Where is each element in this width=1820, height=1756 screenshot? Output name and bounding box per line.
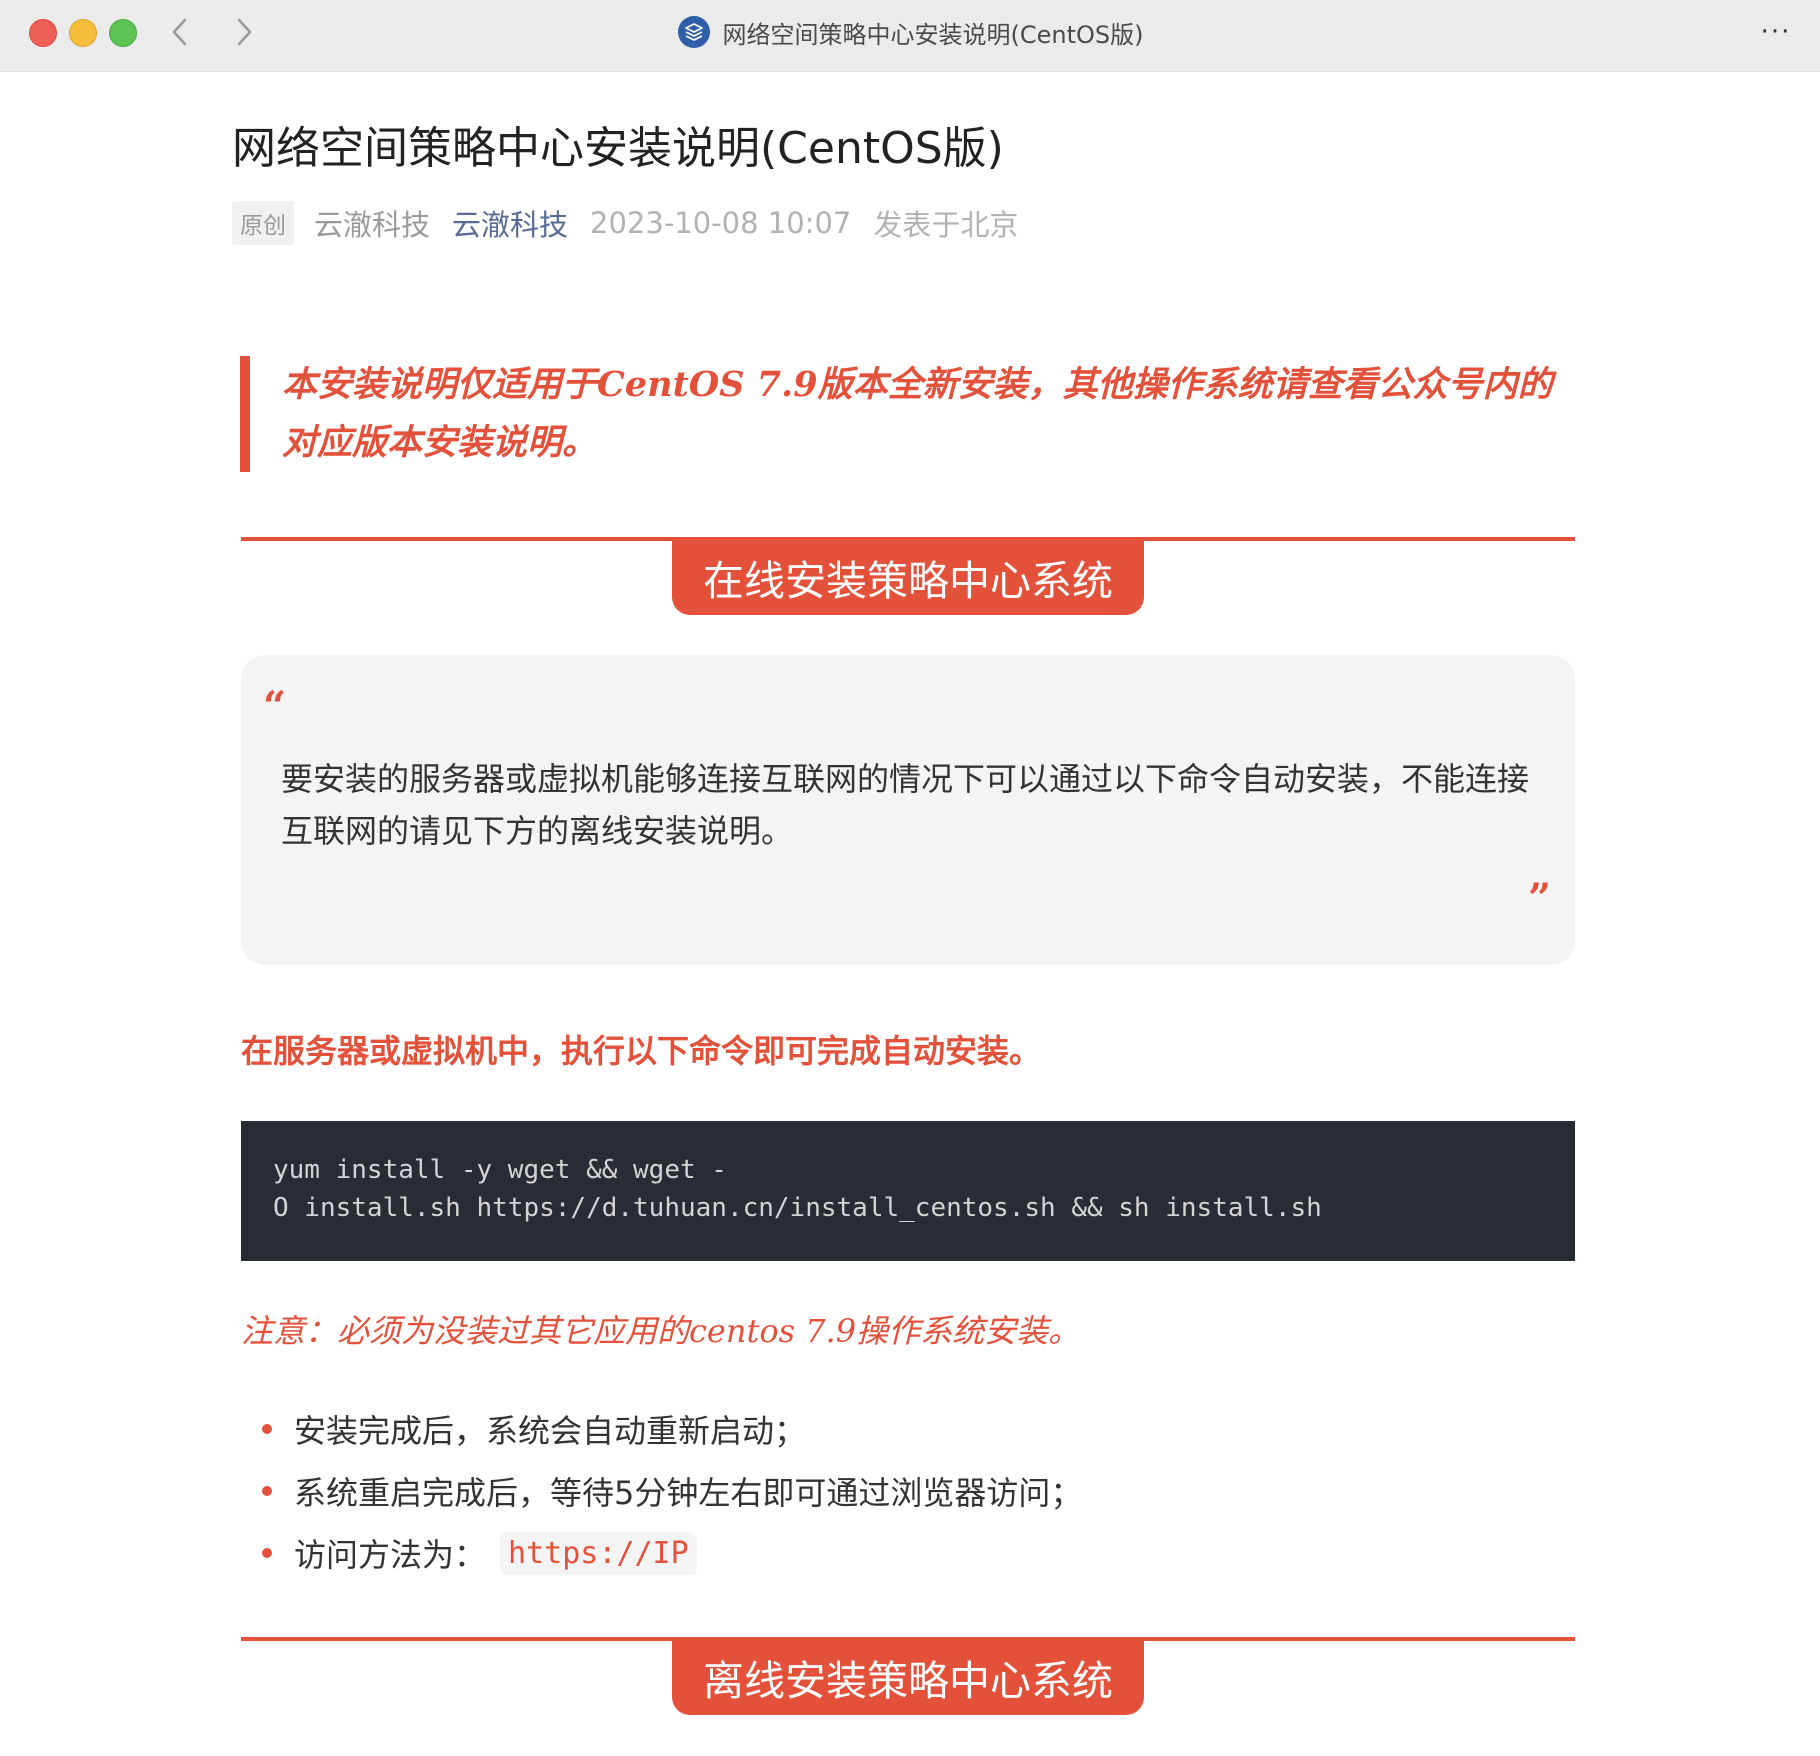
list-item-text: 系统重启完成后，等待5分钟左右即可通过浏览器访问； — [294, 1474, 1083, 1512]
account-link[interactable]: 云澈科技 — [452, 202, 568, 244]
bullet-icon — [262, 1548, 272, 1558]
author-name: 云澈科技 — [314, 208, 431, 242]
section-heading-online: 在线安装策略中心系统 — [672, 539, 1144, 615]
install-instruction: 在服务器或虚拟机中，执行以下命令即可完成自动安装。 — [241, 1032, 1042, 1070]
article-title: 网络空间策略中心安装说明(CentOS版) — [232, 123, 1004, 174]
list-item: 访问方法为： https://IP — [262, 1522, 1082, 1584]
list-item-text: 安装完成后，系统会自动重新启动； — [294, 1412, 807, 1450]
bullet-icon — [262, 1424, 272, 1434]
code-block[interactable]: yum install -y wget && wget - O install.… — [241, 1121, 1575, 1261]
more-icon: ··· — [1760, 17, 1792, 47]
bullet-icon — [262, 1486, 272, 1496]
list-item-text: 访问方法为： — [294, 1536, 487, 1574]
window-titlebar: 网络空间策略中心安装说明(CentOS版) ··· — [0, 0, 1820, 72]
quote-text: 要安装的服务器或虚拟机能够连接互联网的情况下可以通过以下命令自动安装，不能连接互… — [281, 760, 1530, 850]
app-logo-icon — [677, 15, 711, 49]
publish-location: 发表于北京 — [873, 208, 1019, 242]
close-quote-icon: ” — [1527, 875, 1551, 922]
original-badge: 原创 — [232, 201, 294, 245]
notice-text: 本安装说明仅适用于CentOS 7.9版本全新安装，其他操作系统请查看公众号内的… — [282, 364, 1553, 463]
notice-blockquote: 本安装说明仅适用于CentOS 7.9版本全新安装，其他操作系统请查看公众号内的… — [240, 356, 1580, 472]
window-title: 网络空间策略中心安装说明(CentOS版) — [722, 20, 1144, 49]
install-note: 注意：必须为没装过其它应用的centos 7.9操作系统安装。 — [241, 1312, 1081, 1350]
open-quote-icon: “ — [263, 683, 287, 730]
publish-date: 2023-10-08 10:07 — [590, 206, 852, 240]
list-item: 系统重启完成后，等待5分钟左右即可通过浏览器访问； — [262, 1460, 1082, 1522]
more-menu-button[interactable]: ··· — [1756, 14, 1796, 50]
code-line: yum install -y wget && wget - — [273, 1155, 727, 1185]
quote-card: “ 要安装的服务器或虚拟机能够连接互联网的情况下可以通过以下命令自动安装，不能连… — [241, 655, 1575, 965]
code-line: O install.sh https://d.tuhuan.cn/install… — [273, 1193, 1322, 1223]
bullet-list: 安装完成后，系统会自动重新启动； 系统重启完成后，等待5分钟左右即可通过浏览器访… — [262, 1398, 1082, 1584]
access-url-code: https://IP — [500, 1531, 697, 1575]
titlebar-center: 网络空间策略中心安装说明(CentOS版) — [0, 14, 1820, 50]
list-item: 安装完成后，系统会自动重新启动； — [262, 1398, 1082, 1460]
section-heading-offline: 离线安装策略中心系统 — [672, 1639, 1144, 1715]
article-meta: 原创 云澈科技 云澈科技 2023-10-08 10:07 发表于北京 — [232, 201, 1019, 245]
